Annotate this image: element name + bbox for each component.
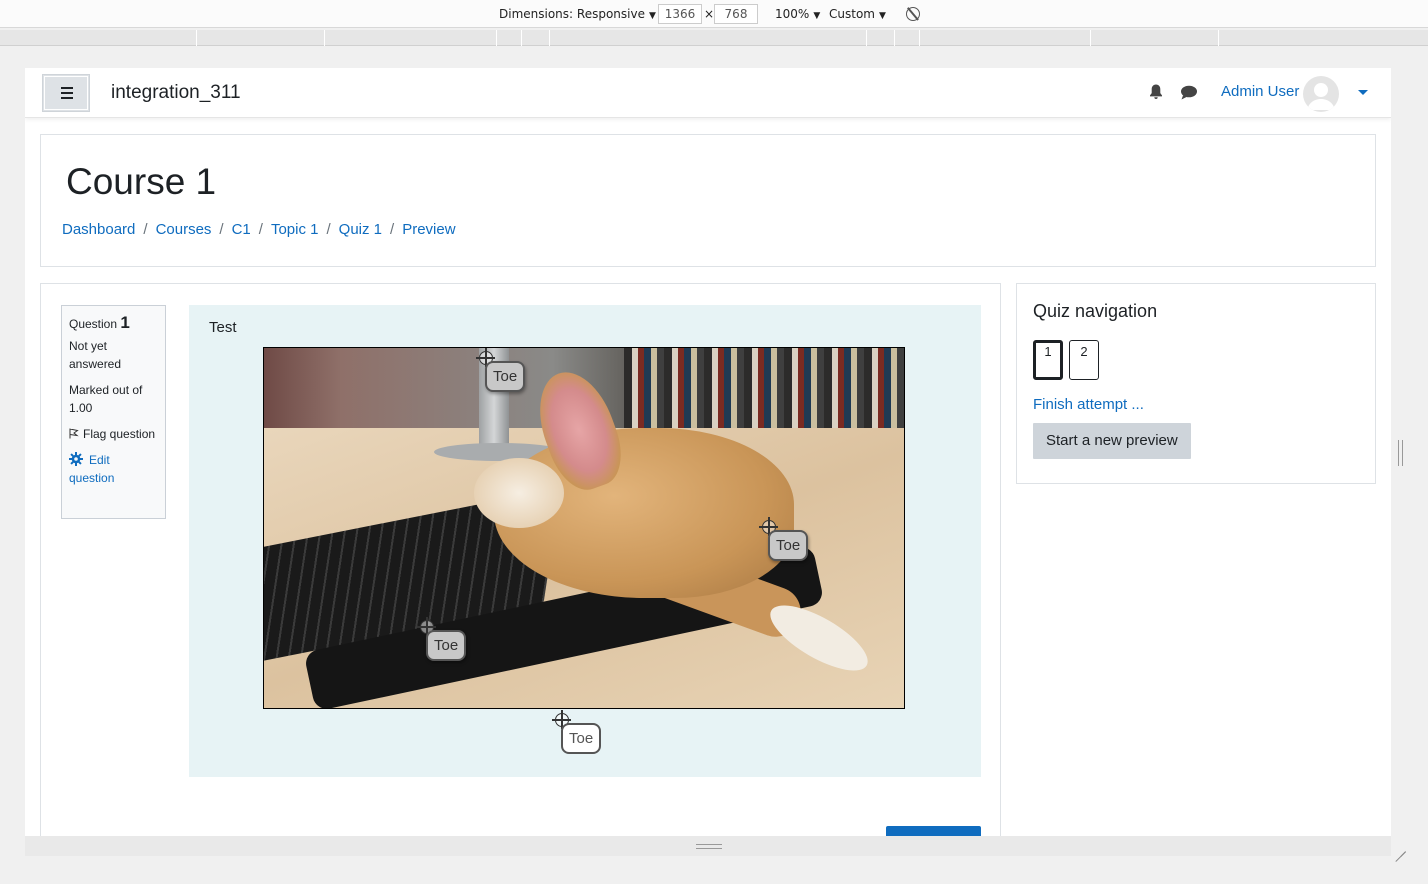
height-input[interactable]: 768 (714, 4, 758, 24)
edit-question-link[interactable]: Edit question (69, 451, 158, 487)
breadcrumb-preview[interactable]: Preview (402, 221, 455, 238)
marker-label: Toe (426, 630, 467, 661)
breadcrumb-separator: / (390, 221, 395, 238)
user-silhouette-icon (1307, 83, 1335, 110)
breadcrumb-topic-1[interactable]: Topic 1 (271, 221, 319, 238)
zoom-label: 100% (775, 7, 810, 21)
bell-icon[interactable] (1149, 84, 1163, 100)
dimensions-label: Dimensions: Responsive (499, 7, 645, 21)
drop-background-image[interactable] (263, 347, 905, 709)
resize-handle-icon (696, 844, 722, 849)
throttle-label: Custom (829, 7, 875, 21)
breadcrumb-separator: / (258, 221, 263, 238)
question-state: Not yet answered (69, 339, 122, 371)
dropdown-arrow-icon: ▼ (813, 11, 821, 21)
avatar[interactable] (1303, 76, 1339, 112)
next-page-button[interactable] (886, 826, 981, 836)
breadcrumb-courses[interactable]: Courses (156, 221, 212, 238)
question-number-value: 1 (120, 313, 130, 332)
chat-icon[interactable] (1180, 85, 1198, 100)
throttle-dropdown[interactable]: Custom ▼ (829, 7, 886, 21)
breadcrumb-quiz-1[interactable]: Quiz 1 (339, 221, 382, 238)
menu-icon (61, 87, 73, 99)
times-sign: × (704, 7, 715, 21)
navbar: integration_311 Admin User (25, 68, 1391, 118)
breadcrumb-c1[interactable]: C1 (232, 221, 251, 238)
breadcrumb: Dashboard / Courses / C1 / Topic 1 / Quiz 1 / Prev… (62, 221, 456, 238)
quiz-nav-button-1[interactable]: 1 (1033, 340, 1063, 380)
quiz-nav-button-2[interactable]: 2 (1069, 340, 1099, 380)
user-menu-name[interactable]: Admin User (1221, 83, 1299, 100)
width-input[interactable]: 1366 (658, 4, 702, 24)
viewport-bottom-resizer[interactable] (25, 836, 1391, 856)
dimensions-dropdown[interactable]: Dimensions: Responsive ▼ (499, 7, 656, 21)
question-content: Test Toe Toe Toe Toe (189, 305, 981, 777)
marker-label: Toe (768, 530, 809, 561)
marker-label: Toe (485, 361, 526, 392)
viewport-side-resizer[interactable] (1398, 440, 1403, 466)
breadcrumb-separator: / (219, 221, 224, 238)
rotate-icon[interactable] (906, 7, 920, 21)
question-label: Question (69, 317, 118, 331)
quiz-navigation-title: Quiz navigation (1033, 301, 1158, 321)
question-grade: Marked out of 1.00 (69, 383, 143, 415)
page-header: Course 1 Dashboard / Courses / C1 / Topic 1 / Qu… (40, 134, 1376, 267)
start-new-preview-button[interactable]: Start a new preview (1033, 423, 1191, 459)
flag-question[interactable]: Flag question (69, 425, 158, 443)
plush-toy-photo (264, 348, 904, 708)
page-title: Course 1 (66, 161, 217, 202)
main-region: Question 1 Not yet answered Marked out o… (40, 283, 1001, 836)
flag-question-label: Flag question (83, 427, 156, 441)
site-name[interactable]: integration_311 (111, 82, 241, 104)
media-query-ruler[interactable] (0, 30, 1428, 46)
question-info: Question 1 Not yet answered Marked out o… (61, 305, 166, 519)
devtools-toolbar: Dimensions: Responsive ▼ 1366 × 768 100% ▼… (0, 0, 1428, 28)
gear-icon (69, 452, 83, 466)
zoom-dropdown[interactable]: 100% ▼ (775, 7, 820, 21)
flag-icon (69, 428, 79, 439)
page-viewport: integration_311 Admin User Course 1 Dash… (25, 68, 1391, 836)
dropdown-arrow-icon: ▼ (648, 11, 656, 21)
question-number: Question 1 (69, 314, 158, 333)
marker-label: Toe (561, 723, 602, 754)
breadcrumb-dashboard[interactable]: Dashboard (62, 221, 135, 238)
breadcrumb-separator: / (143, 221, 148, 238)
menu-toggle-button[interactable] (42, 74, 90, 112)
viewport-corner-resizer[interactable] (1394, 840, 1406, 852)
dropdown-arrow-icon: ▼ (878, 11, 886, 21)
question-text: Test (209, 319, 237, 336)
quiz-navigation-block: Quiz navigation 1 2 Finish attempt ... S… (1016, 283, 1376, 484)
caret-down-icon[interactable] (1358, 90, 1368, 95)
breadcrumb-separator: / (326, 221, 331, 238)
finish-attempt-link[interactable]: Finish attempt ... (1033, 396, 1144, 413)
